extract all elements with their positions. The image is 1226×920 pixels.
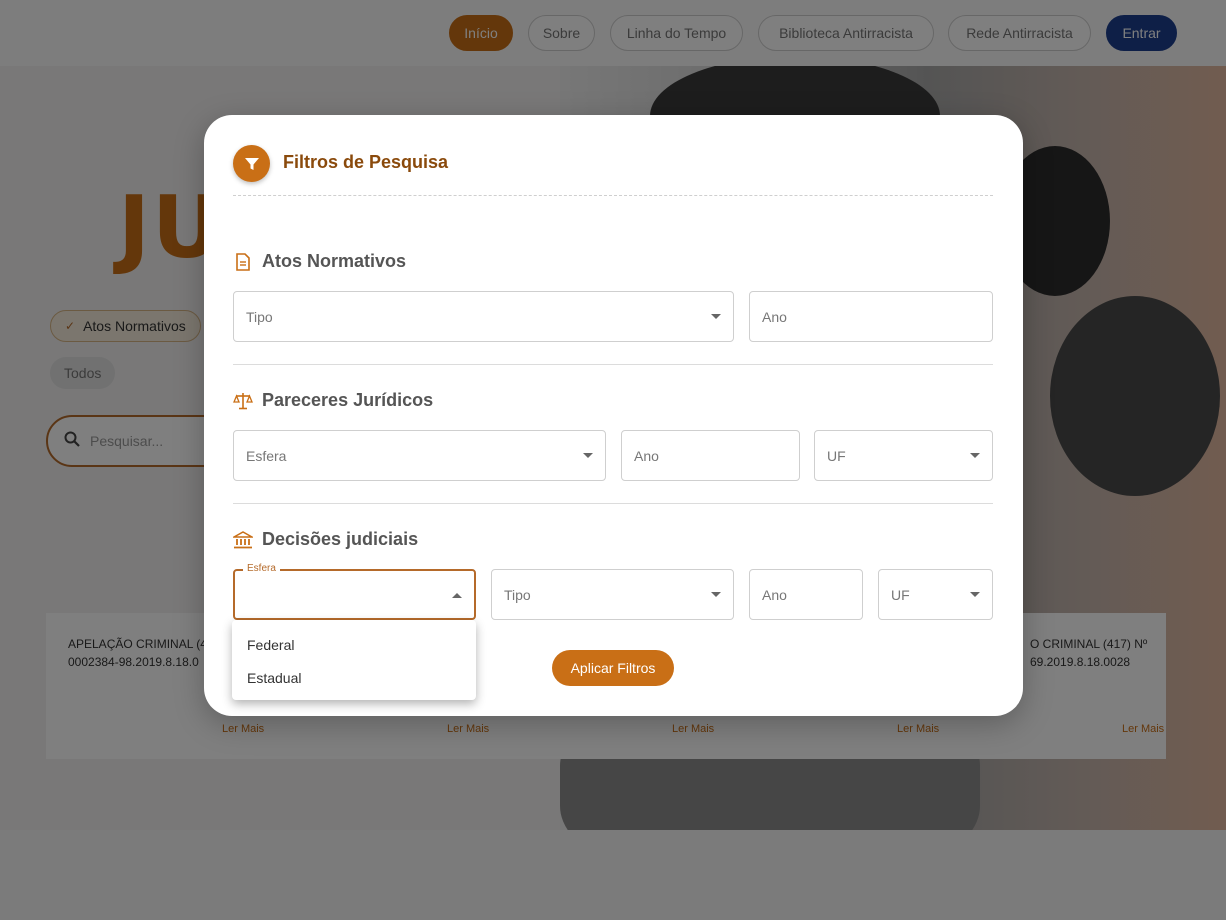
- pareceres-esfera-select[interactable]: Esfera: [233, 430, 606, 481]
- chevron-down-icon: [583, 453, 593, 458]
- field-label: Tipo: [246, 308, 273, 325]
- field-label: Ano: [762, 586, 787, 603]
- section-label: Atos Normativos: [262, 251, 407, 271]
- floating-label: Esfera: [243, 563, 280, 574]
- filter-icon: [233, 145, 270, 182]
- pareceres-uf-select[interactable]: UF: [814, 430, 993, 481]
- chevron-down-icon: [970, 592, 980, 597]
- decisoes-tipo-select[interactable]: Tipo: [491, 569, 734, 620]
- modal-header: Filtros de Pesquisa: [233, 145, 993, 196]
- chevron-down-icon: [711, 592, 721, 597]
- modal-title: Filtros de Pesquisa: [283, 152, 449, 172]
- field-label: UF: [891, 586, 910, 603]
- field-label: Ano: [762, 308, 787, 325]
- section-divider: [233, 364, 993, 365]
- apply-filters-button[interactable]: Aplicar Filtros: [552, 650, 674, 686]
- filter-modal: Filtros de Pesquisa Atos Normativos Tipo…: [204, 115, 1023, 716]
- chevron-down-icon: [970, 453, 980, 458]
- esfera-dropdown-menu: Federal Estadual: [232, 620, 476, 700]
- decisoes-uf-select[interactable]: UF: [878, 569, 993, 620]
- chevron-down-icon: [711, 314, 721, 319]
- section-label: Decisões judiciais: [262, 529, 419, 549]
- dropdown-option-estadual[interactable]: Estadual: [232, 661, 476, 694]
- field-label: Esfera: [246, 447, 287, 464]
- field-label: UF: [827, 447, 846, 464]
- courthouse-icon: [233, 530, 253, 550]
- atos-section-title: Atos Normativos: [233, 251, 406, 272]
- section-divider: [233, 503, 993, 504]
- field-label: Ano: [634, 447, 659, 464]
- scale-icon: [233, 391, 253, 411]
- atos-tipo-select[interactable]: Tipo: [233, 291, 734, 342]
- decisoes-section-title: Decisões judiciais: [233, 529, 418, 550]
- field-label: Tipo: [504, 586, 531, 603]
- chevron-up-icon: [452, 593, 462, 598]
- decisoes-ano-input[interactable]: Ano: [749, 569, 863, 620]
- document-icon: [233, 252, 253, 272]
- section-label: Pareceres Jurídicos: [262, 390, 434, 410]
- atos-ano-input[interactable]: Ano: [749, 291, 993, 342]
- pareceres-section-title: Pareceres Jurídicos: [233, 390, 433, 411]
- dropdown-option-federal[interactable]: Federal: [232, 628, 476, 661]
- decisoes-esfera-select[interactable]: Esfera: [233, 563, 476, 620]
- pareceres-ano-input[interactable]: Ano: [621, 430, 800, 481]
